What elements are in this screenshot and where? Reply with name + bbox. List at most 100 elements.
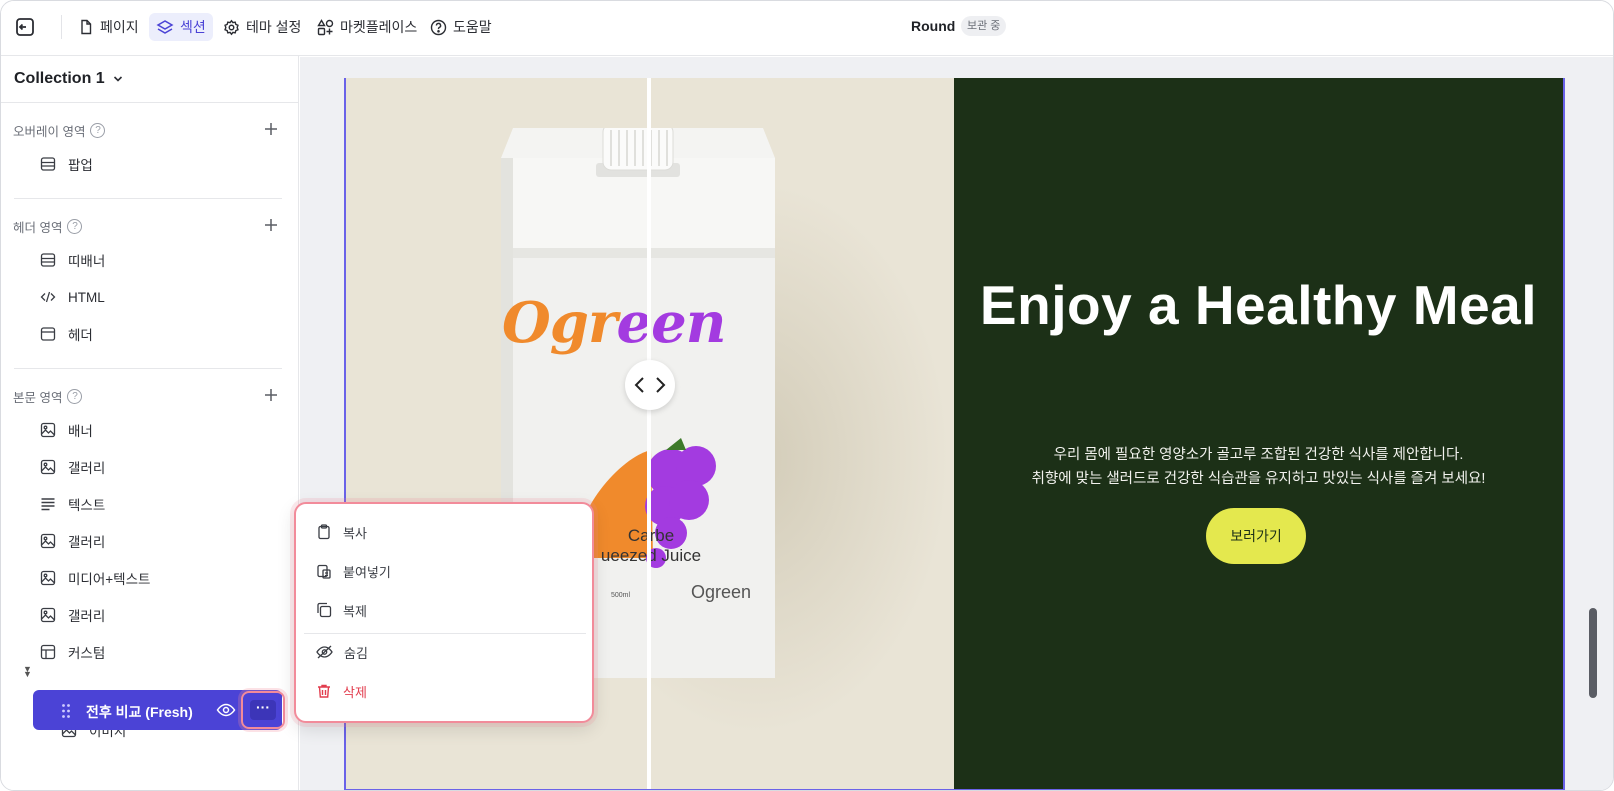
brand-logo: Ogreen (502, 290, 726, 356)
image-icon (40, 459, 56, 475)
group-label: 오버레이 영역 (13, 125, 86, 139)
eye-icon[interactable] (216, 702, 236, 718)
tab-label: 페이지 (100, 19, 139, 35)
hero-description-line: 우리 몸에 필요한 영양소가 골고루 조합된 건강한 식사를 제안합니다. (1053, 447, 1464, 463)
status-badge: 보관 중 (961, 16, 1007, 36)
add-overlay-section-icon[interactable] (263, 121, 279, 137)
item-label: 갤러리 (68, 535, 106, 550)
sidebar-item-gallery[interactable]: 갤러리 (40, 531, 105, 551)
sidebar-item-banner[interactable]: 배너 (40, 420, 93, 440)
sidebar-item-gallery[interactable]: 갤러리 (40, 605, 105, 625)
item-label: 배너 (68, 424, 93, 439)
image-icon (40, 533, 56, 549)
menu-item-duplicate[interactable]: 복제 (316, 599, 367, 621)
add-header-section-icon[interactable] (263, 217, 279, 233)
sidebar-item-text[interactable]: 텍스트 (40, 494, 105, 514)
menu-item-delete[interactable]: 삭제 (316, 680, 367, 702)
gear-icon (224, 19, 239, 35)
help-icon[interactable]: ? (67, 219, 83, 234)
image-icon (40, 607, 56, 623)
product-line-1: Carbe (627, 526, 675, 545)
divider (14, 368, 282, 369)
tab-sections[interactable]: 섹션 (149, 13, 213, 41)
item-label: 갤러리 (68, 609, 106, 624)
sidebar-item-gallery[interactable]: 갤러리 (40, 457, 105, 477)
item-label: 팝업 (68, 158, 93, 173)
drag-handle-icon[interactable] (61, 703, 71, 719)
help-circle-icon (430, 19, 447, 35)
item-label: 텍스트 (68, 498, 106, 513)
apps-plus-icon (317, 18, 334, 35)
sidebar-item-popup[interactable]: 팝업 (40, 154, 93, 174)
hero-description: 우리 몸에 필요한 영양소가 골고루 조합된 건강한 식사를 제안합니다. 취향… (954, 443, 1563, 491)
menu-item-label: 삭제 (343, 684, 367, 700)
more-options-button[interactable]: ··· (241, 691, 285, 729)
menu-item-paste[interactable]: 붙여넣기 (316, 560, 391, 582)
chevron-down-icon (113, 76, 122, 82)
collection-selector[interactable]: Collection 1 (14, 70, 123, 88)
add-body-section-icon[interactable] (263, 387, 279, 403)
expand-caret-icon[interactable]: ▼ (23, 669, 32, 679)
sidebar-item-header[interactable]: 헤더 (40, 324, 93, 344)
canvas-scrollbar[interactable] (1589, 608, 1597, 698)
view-more-button[interactable]: 보러가기 (1206, 508, 1306, 564)
menu-item-label: 붙여넣기 (343, 564, 391, 580)
hero-title: Enjoy a Healthy Meal (979, 274, 1538, 336)
comparison-slider-handle[interactable] (625, 360, 675, 410)
tab-pages[interactable]: 페이지 (71, 13, 146, 41)
brand-logo-part-orange: Ogr (502, 290, 617, 356)
duplicate-icon (317, 602, 332, 618)
tab-label: 테마 설정 (246, 19, 302, 35)
tab-label: 섹션 (180, 19, 206, 35)
comparison-divider[interactable] (647, 78, 651, 789)
item-label: 커스텀 (68, 646, 106, 661)
custom-layout-icon (40, 644, 56, 660)
help-icon[interactable]: ? (67, 389, 83, 404)
exit-icon[interactable] (13, 15, 37, 39)
menu-item-hide[interactable]: 숨김 (316, 641, 368, 663)
top-bar: 페이지 섹션 테마 설정 마켓플레이스 도움말 Round 보관 중 (1, 1, 1613, 56)
text-icon (41, 498, 55, 511)
section-context-menu: 복사 붙여넣기 복제 숨김 삭제 (294, 502, 594, 723)
tab-marketplace[interactable]: 마켓플레이스 (310, 13, 424, 41)
item-label: HTML (68, 289, 105, 305)
menu-item-label: 숨김 (344, 645, 368, 661)
divider (14, 198, 282, 199)
sidebar-item-custom[interactable]: 커스텀 (40, 642, 105, 662)
image-icon (40, 570, 56, 586)
sections-sidebar: Collection 1 오버레이 영역 ? 팝업 헤더 영역 ? 띠배너 HT… (1, 56, 299, 790)
more-icon: ··· (250, 700, 276, 720)
group-overlay-header: 오버레이 영역 ? (13, 121, 106, 140)
menu-item-label: 복사 (343, 525, 367, 541)
group-label: 헤더 영역 (13, 221, 63, 235)
group-body-header: 본문 영역 ? (13, 387, 83, 406)
left-right-arrows-icon (634, 377, 666, 393)
editor-window: 페이지 섹션 테마 설정 마켓플레이스 도움말 Round 보관 중 Colle… (0, 0, 1614, 791)
selected-item-label: 전후 비교 (Fresh) (86, 704, 193, 720)
code-icon (40, 291, 56, 303)
product-name: Carbe ueezed Juice (576, 526, 726, 566)
layout-icon (40, 253, 56, 267)
tab-help[interactable]: 도움말 (423, 13, 499, 41)
eye-off-icon (316, 645, 333, 659)
help-icon[interactable]: ? (90, 123, 106, 138)
tab-label: 마켓플레이스 (340, 19, 418, 35)
item-label: 미디어+텍스트 (68, 572, 151, 587)
trash-icon (318, 684, 330, 698)
file-icon (81, 19, 92, 35)
menu-item-copy[interactable]: 복사 (316, 521, 367, 543)
group-header-header: 헤더 영역 ? (13, 217, 83, 236)
tab-theme-settings[interactable]: 테마 설정 (216, 13, 308, 41)
sidebar-item-strip-banner[interactable]: 띠배너 (40, 250, 105, 270)
image-icon (40, 422, 56, 438)
layers-icon (156, 20, 174, 34)
product-volume: 500ml (611, 592, 631, 599)
product-line-2: ueezed Juice (600, 546, 702, 565)
sidebar-item-html[interactable]: HTML (40, 287, 105, 307)
clipboard-icon (318, 524, 330, 540)
sidebar-item-media-text[interactable]: 미디어+텍스트 (40, 568, 150, 588)
group-label: 본문 영역 (13, 391, 63, 405)
topbar-divider (61, 15, 62, 39)
tab-label: 도움말 (453, 19, 492, 35)
brand-logo-part-purple: een (616, 290, 726, 356)
